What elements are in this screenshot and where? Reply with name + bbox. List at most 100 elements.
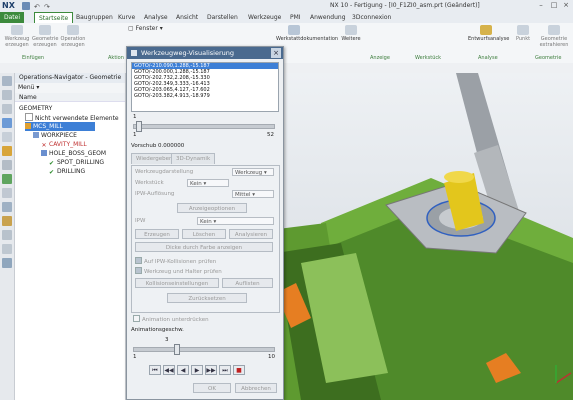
machine-icon[interactable] [2, 202, 12, 212]
goto-list[interactable]: GOTO/-210.090,1.288,-15.187 GOTO/-200.00… [131, 62, 279, 112]
tab-ansicht[interactable]: Ansicht [172, 12, 202, 23]
web-icon[interactable] [2, 118, 12, 128]
tool-icon [11, 25, 23, 35]
undo-icon[interactable]: ↶ [34, 3, 40, 11]
tree-item-cavity-mill[interactable]: ✕ CAVITY_MILL [41, 140, 86, 149]
delete-button[interactable]: Löschen [182, 229, 226, 239]
create-tool-button[interactable]: Werkzeug erzeugen [4, 25, 30, 52]
tab-pmi[interactable]: PMI [286, 12, 305, 23]
play-button[interactable]: ▶ [191, 365, 203, 375]
settings-icon[interactable] [2, 160, 12, 170]
weitere-button[interactable]: Weitere [338, 25, 364, 52]
checkbox[interactable] [135, 267, 142, 274]
material-icon[interactable] [2, 216, 12, 226]
tab-kurve[interactable]: Kurve [114, 12, 139, 23]
tab-analyse[interactable]: Analyse [140, 12, 172, 23]
folder-icon [25, 113, 33, 121]
create-operation-button[interactable]: Operation erzeugen [60, 25, 86, 52]
reset-button[interactable]: Zurücksetzen [167, 293, 247, 303]
column-header-name[interactable]: Name [15, 93, 125, 102]
tool-library-icon[interactable] [2, 188, 12, 198]
tab-3d-dynamic[interactable]: 3D-Dynamik [171, 153, 216, 164]
collision-settings-button[interactable]: Kollisionseinstellungen [135, 278, 219, 288]
navigator-menu[interactable]: Menü ▾ [15, 83, 125, 93]
create-button[interactable]: Erzeugen [135, 229, 179, 239]
tree-label: MCS_MILL [33, 123, 63, 130]
checkbox[interactable] [133, 315, 140, 322]
create-geometry-button[interactable]: Geometrie erzeugen [32, 25, 58, 52]
speed-slider-thumb[interactable] [173, 344, 180, 355]
redo-icon[interactable]: ↷ [44, 3, 50, 11]
ipw-select[interactable]: Kein ▾ [197, 217, 274, 225]
navigator-icon[interactable] [2, 76, 12, 86]
stop-button[interactable]: ■ [233, 365, 245, 375]
close-window-button[interactable]: × [560, 1, 572, 10]
tree-item-spot-drilling[interactable]: ✔ SPOT_DRILLING [49, 158, 104, 167]
step-forward-button[interactable]: ▶▶ [205, 365, 217, 375]
feed-rate-label: Vorschub 0.000000 [131, 143, 185, 149]
fenster-menu[interactable]: ▢ Fenster ▾ [128, 25, 163, 32]
template-icon[interactable] [2, 230, 12, 240]
extract-geometry-button[interactable]: Geometrie extrahieren [538, 25, 570, 52]
display-options-button[interactable]: Anzeigeoptionen [177, 203, 247, 213]
palette-icon[interactable] [2, 244, 12, 254]
tool-display-select[interactable]: Werkzeug ▾ [232, 168, 274, 176]
toolpath-visualization-dialog: Werkzeugweg-Visualisierung × GOTO/-210.0… [126, 46, 284, 400]
tab-werkzeuge[interactable]: Werkzeuge [244, 12, 285, 23]
tree-label: SPOT_DRILLING [57, 159, 104, 166]
group-aktion: Aktion [108, 55, 124, 61]
speed-slider-track[interactable] [133, 347, 275, 352]
check-tool-holder[interactable]: Werkzeug und Halter prüfen [135, 267, 222, 275]
goto-start-button[interactable]: ⏮ [149, 365, 161, 375]
dialog-title[interactable]: Werkzeugweg-Visualisierung [127, 47, 283, 59]
roles-icon[interactable] [2, 146, 12, 156]
library-icon[interactable] [2, 132, 12, 142]
cancel-button[interactable]: Abbrechen [235, 383, 277, 393]
ribbon: Werkzeug erzeugen Geometrie erzeugen Ope… [0, 23, 573, 64]
maximize-button[interactable]: □ [548, 1, 560, 10]
checkbox[interactable] [135, 257, 142, 264]
tree-item-hole-boss-geom[interactable]: HOLE_BOSS_GEOM [41, 149, 106, 158]
ok-button[interactable]: OK [193, 383, 231, 393]
history-icon[interactable] [2, 90, 12, 100]
list-button[interactable]: Auflisten [222, 278, 273, 288]
playback-controls: ⏮ ◀◀ ◀ ▶ ▶▶ ⏭ ■ [149, 365, 261, 375]
tree-item-unused[interactable]: Nicht verwendete Elemente [25, 113, 119, 122]
analyze-button[interactable]: Analysieren [229, 229, 273, 239]
thickness-color-button[interactable]: Dicke durch Farbe anzeigen [135, 242, 273, 252]
point-button[interactable]: Punkt [510, 25, 536, 52]
step-back-button[interactable]: ◀◀ [163, 365, 175, 375]
position-slider-track[interactable] [133, 124, 275, 129]
tab-datei[interactable]: Datei [0, 12, 25, 23]
animation-speed-label: Animationsgeschw. [131, 327, 184, 333]
tab-darstellen[interactable]: Darstellen [203, 12, 242, 23]
tree-item-drilling[interactable]: ✔ DRILLING [49, 167, 85, 176]
ipw-resolution-select[interactable]: Mittel ▾ [232, 190, 274, 198]
tab-3dconnexion[interactable]: 3Dconnexion [348, 12, 395, 23]
workpiece-select[interactable]: Kein ▾ [187, 179, 229, 187]
goto-line[interactable]: GOTO/-203.382,4.913,-18.979 [132, 93, 278, 99]
tree-item-geometry[interactable]: GEOMETRY [19, 104, 52, 113]
select-value: Mittel [235, 192, 251, 198]
tree-item-workpiece[interactable]: WORKPIECE [33, 131, 77, 140]
goto-end-button[interactable]: ⏭ [219, 365, 231, 375]
save-icon[interactable] [22, 2, 30, 10]
weitere-label: Weitere [341, 36, 361, 42]
slider2-value: 3 [165, 337, 169, 343]
tab-startseite[interactable]: Startseite [34, 12, 74, 23]
tab-anwendung[interactable]: Anwendung [306, 12, 350, 23]
design-analysis-button[interactable]: Entwurfsanalyse [468, 25, 509, 52]
tree-item-mcs-mill[interactable]: MCS_MILL [25, 122, 95, 131]
minimize-button[interactable]: – [535, 1, 547, 10]
more-icon [345, 25, 357, 35]
play-back-button[interactable]: ◀ [177, 365, 189, 375]
dialog-close-button[interactable]: × [271, 48, 281, 58]
system-icon[interactable] [2, 174, 12, 184]
part-icon[interactable] [2, 104, 12, 114]
check-suppress-animation[interactable]: Animation unterdrücken [133, 315, 209, 323]
position-slider-thumb[interactable] [135, 121, 142, 132]
check-ipw-collision[interactable]: Auf IPW-Kollisionen prüfen [135, 257, 216, 265]
tab-baugruppen[interactable]: Baugruppen [72, 12, 117, 23]
create-operation-label: Operation erzeugen [60, 36, 86, 48]
options-icon[interactable] [2, 258, 12, 268]
